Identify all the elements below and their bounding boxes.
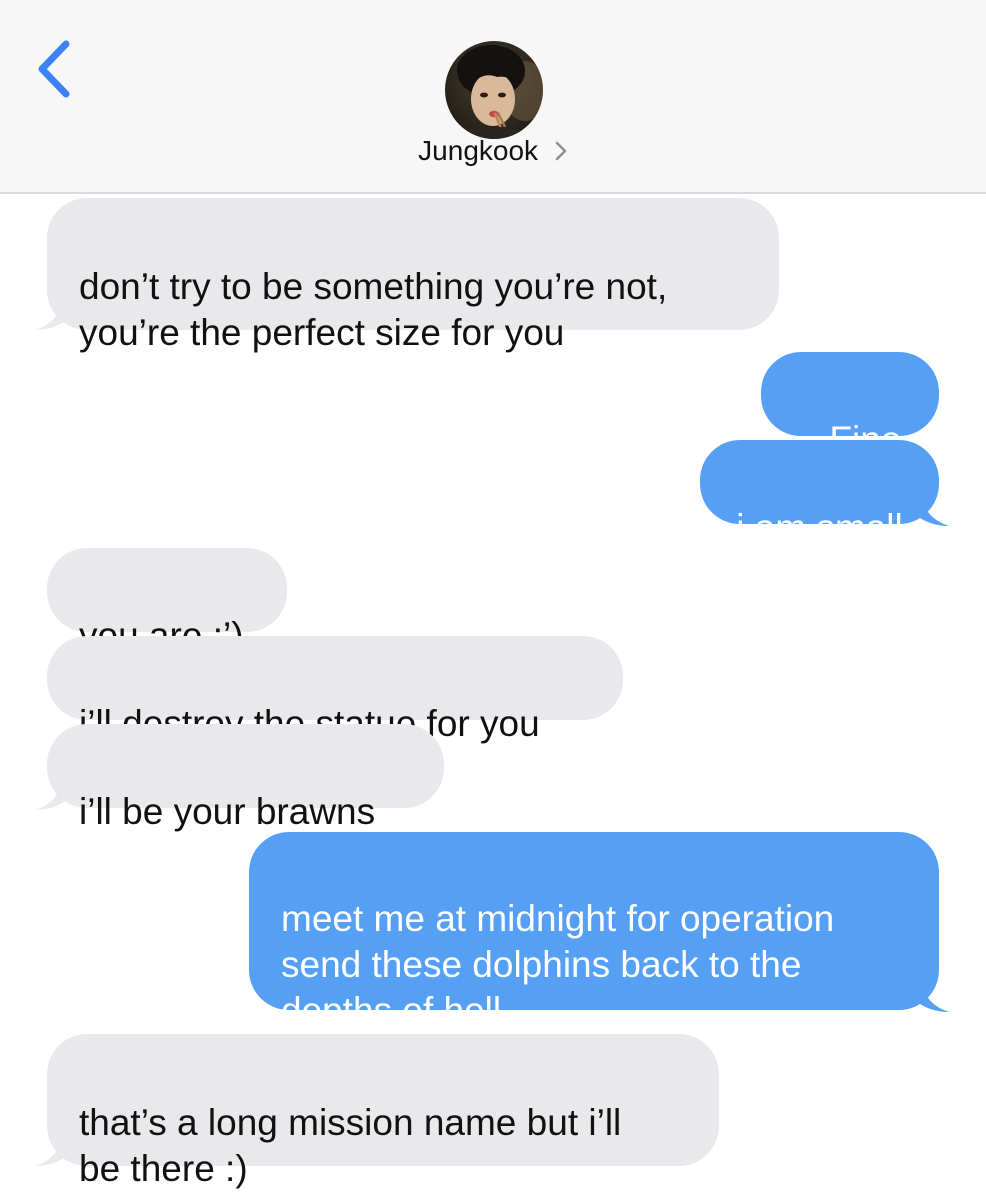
received-message-bubble[interactable]: you are :’) xyxy=(47,548,287,656)
chevron-right-icon xyxy=(555,141,567,160)
contact-name-button[interactable]: Jungkook xyxy=(0,135,986,167)
sent-message-bubble[interactable]: meet me at midnight for operation send t… xyxy=(249,832,939,1031)
back-button[interactable] xyxy=(30,36,80,102)
received-message-bubble[interactable]: i’ll be your brawns xyxy=(47,724,444,832)
message-thread[interactable]: don’t try to be something you’re not, yo… xyxy=(0,194,986,1200)
bubble-tail xyxy=(35,302,67,330)
received-message-bubble[interactable]: don’t try to be something you’re not, yo… xyxy=(47,198,779,353)
message-text: meet me at midnight for operation send t… xyxy=(281,898,835,1031)
chevron-left-icon xyxy=(38,40,70,98)
bubble-tail xyxy=(35,1138,67,1166)
bubble-tail xyxy=(35,782,67,810)
sent-message-bubble[interactable]: i am small xyxy=(700,440,939,548)
conversation-header: Jungkook xyxy=(0,0,986,194)
message-text: i’ll be your brawns xyxy=(79,791,376,832)
message-text: that’s a long mission name but i’ll be t… xyxy=(79,1102,622,1189)
message-text: don’t try to be something you’re not, yo… xyxy=(79,266,668,353)
contact-name: Jungkook xyxy=(418,135,539,166)
received-message-bubble[interactable]: i’ll destroy the statue for you xyxy=(47,636,623,744)
contact-avatar[interactable] xyxy=(445,41,543,139)
received-message-bubble[interactable]: that’s a long mission name but i’ll be t… xyxy=(47,1034,719,1189)
sent-message-bubble[interactable]: .. Fine xyxy=(761,352,939,460)
message-text: i am small xyxy=(736,507,903,548)
avatar-photo xyxy=(445,41,543,139)
bubble-tail xyxy=(917,984,949,1012)
bubble-tail xyxy=(917,498,949,526)
